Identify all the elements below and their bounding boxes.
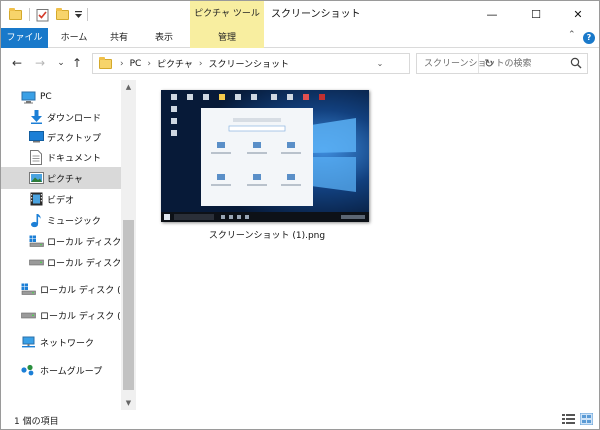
details-view-icon[interactable]	[562, 413, 575, 425]
tab-home[interactable]: ホーム	[51, 28, 97, 48]
picture-tools-context-title: ピクチャ ツール	[190, 1, 264, 28]
large-icons-view-icon[interactable]	[580, 413, 593, 425]
address-bar[interactable]: › PC › ピクチャ › スクリーンショット ⌄ ↻	[92, 53, 494, 74]
nav-item-local-disk-c[interactable]: ローカル ディスク (C	[1, 230, 121, 252]
new-folder-icon[interactable]	[56, 7, 69, 22]
tab-manage[interactable]: 管理	[190, 28, 264, 48]
file-item[interactable]: スクリーンショット (1).png	[159, 86, 375, 256]
title-separator	[29, 8, 30, 21]
nav-item-documents[interactable]: ドキュメント	[1, 146, 121, 168]
nav-item-downloads[interactable]: ダウンロード	[1, 106, 121, 128]
breadcrumb-pictures[interactable]: ピクチャ	[157, 57, 193, 70]
nav-item-local-disk-d[interactable]: ローカル ディスク (D	[1, 251, 121, 273]
window-title: スクリーンショット	[271, 9, 361, 20]
ribbon-tabs: ファイル ホーム 共有 表示 管理 ⌃ ?	[1, 28, 599, 48]
scroll-up-icon[interactable]: ▲	[121, 80, 136, 94]
search-icon	[570, 57, 582, 69]
navigation-bar: ← → ⌄ ↑ › PC › ピクチャ › スクリーンショット ⌄ ↻	[1, 49, 599, 79]
videos-icon	[28, 191, 44, 207]
nav-item-desktop[interactable]: デスクトップ	[1, 126, 121, 148]
desktop-icon	[28, 129, 44, 145]
minimize-button[interactable]: —	[471, 1, 513, 28]
up-button[interactable]: ↑	[69, 55, 85, 71]
breadcrumb-screenshots[interactable]: スクリーンショット	[208, 57, 289, 70]
title-bar: ピクチャ ツール スクリーンショット — ☐ ✕	[1, 1, 599, 28]
documents-icon	[28, 149, 44, 165]
network-icon	[20, 334, 36, 350]
close-button[interactable]: ✕	[557, 1, 599, 28]
pictures-icon	[28, 170, 44, 186]
recent-locations-button[interactable]: ⌄	[53, 55, 69, 71]
drive-icon	[28, 254, 44, 270]
music-icon	[28, 212, 44, 228]
download-icon	[28, 109, 44, 125]
address-dropdown-icon[interactable]: ⌄	[373, 54, 387, 73]
properties-icon[interactable]	[36, 7, 49, 22]
scroll-down-icon[interactable]: ▼	[121, 396, 136, 410]
nav-item-local-disk-c-root[interactable]: ローカル ディスク (C:)	[1, 278, 121, 300]
nav-item-pictures[interactable]: ピクチャ	[1, 167, 121, 189]
nav-item-local-disk-d-root[interactable]: ローカル ディスク (D:)	[1, 304, 121, 326]
nav-item-homegroup[interactable]: ホームグループ	[1, 359, 121, 381]
breadcrumb-pc[interactable]: PC	[130, 59, 142, 69]
folder-icon	[99, 56, 112, 69]
file-explorer-window: ピクチャ ツール スクリーンショット — ☐ ✕ ファイル ホーム 共有 表示 …	[0, 0, 600, 430]
tab-view[interactable]: 表示	[141, 28, 187, 48]
homegroup-icon	[20, 362, 36, 378]
breadcrumb-separator: ›	[198, 58, 203, 69]
computer-icon	[20, 89, 36, 105]
quick-access-folder-icon[interactable]	[9, 7, 22, 22]
item-count: 1 個の項目	[14, 417, 59, 427]
customize-quick-access-icon[interactable]	[74, 7, 83, 22]
navpane-scrollbar[interactable]: ▲ ▼	[121, 80, 136, 410]
file-name: スクリーンショット (1).png	[208, 231, 326, 241]
status-bar: 1 個の項目	[1, 409, 599, 429]
breadcrumb-separator: ›	[147, 58, 151, 69]
collapse-ribbon-icon[interactable]: ⌃	[568, 30, 576, 40]
nav-item-music[interactable]: ミュージック	[1, 209, 121, 231]
search-input[interactable]	[417, 54, 563, 73]
help-icon[interactable]: ?	[583, 32, 595, 44]
scroll-thumb[interactable]	[123, 220, 134, 390]
os-drive-icon	[28, 233, 44, 249]
title-separator	[87, 8, 88, 21]
back-button[interactable]: ←	[9, 55, 25, 71]
os-drive-icon	[20, 281, 36, 297]
search-box[interactable]	[416, 53, 588, 74]
navigation-pane: PC ダウンロード デスクトップ ドキュメント ピクチャ ビデオ ミュージック …	[1, 80, 136, 410]
file-thumbnail-image	[161, 90, 369, 222]
maximize-button[interactable]: ☐	[515, 1, 557, 28]
breadcrumb-separator: ›	[120, 58, 124, 69]
drive-icon	[20, 307, 36, 323]
tab-share[interactable]: 共有	[99, 28, 139, 48]
tab-file[interactable]: ファイル	[1, 28, 48, 48]
nav-item-pc[interactable]: PC	[1, 86, 121, 108]
forward-button[interactable]: →	[32, 55, 48, 71]
nav-item-videos[interactable]: ビデオ	[1, 188, 121, 210]
nav-item-network[interactable]: ネットワーク	[1, 331, 121, 353]
file-view: スクリーンショット (1).png	[141, 80, 599, 410]
